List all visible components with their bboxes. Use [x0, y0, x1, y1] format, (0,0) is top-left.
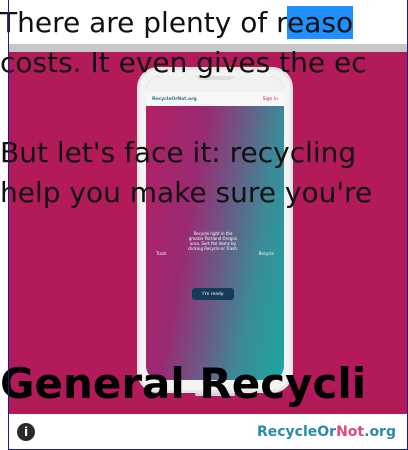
phone-mockup: RecycleOrNot.org Sign in Trash Recycle R…: [140, 70, 290, 396]
page-viewport: RecycleOrNot.org Sign in Trash Recycle R…: [0, 0, 408, 450]
article-paragraph-2: But let's face it: recycling help you ma…: [0, 133, 372, 213]
paragraph-1-text: There are plenty of r: [0, 6, 288, 39]
paragraph-2-line-2: help you make sure you're: [0, 176, 373, 209]
frame-border-left: [8, 0, 9, 450]
article-paragraph-1: There are plenty of reaso costs. It even…: [0, 3, 367, 83]
brand-logo-text[interactable]: RecycleOrNot.org: [257, 424, 396, 440]
paragraph-1-line-1: There are plenty of reaso: [0, 3, 367, 43]
paragraph-2-line-1: But let's face it: recycling: [0, 136, 357, 169]
section-heading: General Recycli: [0, 359, 367, 408]
phone-trash-label: Trash: [156, 251, 167, 256]
phone-recycle-label: Recycle: [258, 251, 274, 256]
text-selection-highlight[interactable]: easo: [287, 6, 354, 39]
phone-screen: RecycleOrNot.org Sign in Trash Recycle R…: [146, 76, 284, 380]
brand-part-org: .org: [364, 424, 396, 440]
phone-intro-text: Recycle right in the greater Portland Or…: [187, 231, 239, 251]
brand-part-not: Not: [336, 424, 365, 440]
phone-signin-link: Sign in: [262, 96, 278, 102]
info-icon[interactable]: i: [17, 423, 35, 441]
phone-ready-button: I'm ready: [192, 288, 234, 300]
image-caption-bar: i RecycleOrNot.org: [9, 414, 408, 450]
brand-part-recycleor: RecycleOr: [256, 424, 337, 440]
paragraph-1-line-2: costs. It even gives the ec: [0, 46, 367, 79]
phone-brand: RecycleOrNot.org: [152, 96, 197, 102]
phone-app-bar: RecycleOrNot.org Sign in: [146, 92, 284, 106]
